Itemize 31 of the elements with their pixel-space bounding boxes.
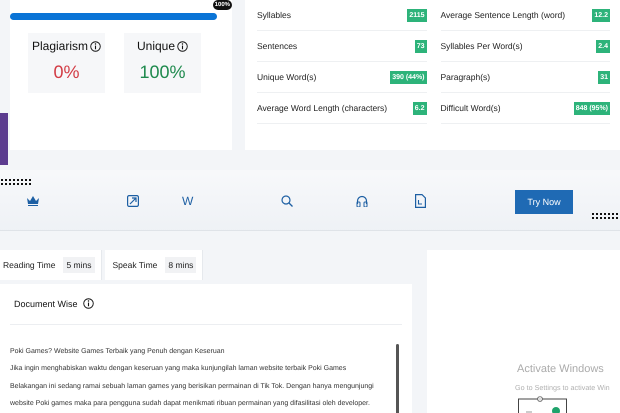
info-icon [82, 298, 94, 310]
scrollbar[interactable] [396, 344, 399, 413]
time-value: 5 mins [63, 256, 94, 273]
stat-label: Syllables [257, 10, 292, 20]
search-icon[interactable] [281, 195, 293, 207]
score-label: Plagiarism [32, 39, 88, 53]
dot-pattern [592, 213, 620, 219]
file-icon[interactable] [415, 194, 426, 208]
stat-label: Average Sentence Length (word) [440, 10, 566, 20]
activation-title: Activate Windows [517, 363, 604, 375]
stat-label: Unique Word(s) [257, 72, 316, 82]
word-icon[interactable]: W [182, 194, 194, 208]
dot-pattern [1, 179, 31, 185]
document-title: Document Wise [14, 298, 78, 309]
crown-icon[interactable] [27, 196, 39, 206]
stat-label: Sentences [257, 41, 298, 51]
info-icon [90, 40, 101, 52]
score-label: Unique [136, 39, 176, 53]
stat-label: Difficult Word(s) [440, 103, 501, 113]
info-icon [177, 40, 188, 52]
time-label: Speak Time [112, 260, 158, 270]
headphones-icon[interactable] [356, 195, 368, 207]
stat-label: Paragraph(s) [440, 72, 490, 82]
try-now-button[interactable]: Try Now [515, 190, 573, 214]
chart-icon[interactable] [127, 195, 139, 207]
time-label: Reading Time [3, 260, 56, 270]
score-value: 100% [139, 62, 186, 83]
score-value: 0% [53, 62, 80, 83]
stat-label: Syllables Per Word(s) [440, 41, 523, 51]
time-value: 8 mins [165, 256, 196, 273]
stat-label: Average Word Length (characters) [257, 103, 388, 113]
